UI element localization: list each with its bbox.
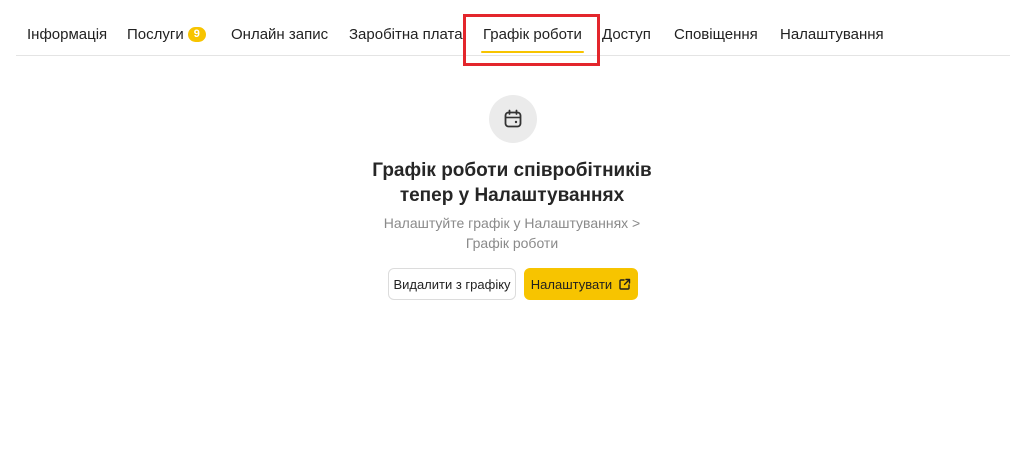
title-line: Графік роботи співробітників [372,160,652,181]
remove-from-schedule-button[interactable]: Видалити з графіку [388,268,516,300]
highlight-box [463,14,600,66]
tab-label: Налаштування [780,26,884,43]
calendar-icon [489,95,537,143]
button-label: Видалити з графіку [393,276,511,292]
tab-label: Заробітна плата [349,26,463,43]
empty-state-title: Графік роботи співробітників тепер у Нал… [312,158,712,208]
external-link-icon [618,278,631,291]
tab-label: Сповіщення [674,26,758,43]
tab-online-booking[interactable]: Онлайн запис [231,0,328,56]
tab-access[interactable]: Доступ [602,0,651,56]
tab-label: Доступ [602,26,651,43]
configure-button[interactable]: Налаштувати [524,268,638,300]
services-count-badge: 9 [187,27,206,42]
tab-settings[interactable]: Налаштування [780,0,884,56]
title-line: тепер у Налаштуваннях [399,185,625,206]
button-label: Налаштувати [530,276,613,292]
subtitle-line: Графік роботи [465,235,559,251]
subtitle-line: Налаштуйте графік у Налаштуваннях > [383,215,641,231]
tab-salary[interactable]: Заробітна плата [349,0,463,56]
tab-services[interactable]: Послуги 9 [127,0,206,56]
tab-information[interactable]: Інформація [27,0,107,56]
tab-notifications[interactable]: Сповіщення [674,0,758,56]
tab-label: Інформація [27,26,108,43]
empty-state-subtitle: Налаштуйте графік у Налаштуваннях > Граф… [362,213,662,253]
tab-label: Послуги [127,26,184,43]
tab-label: Онлайн запис [231,26,329,43]
